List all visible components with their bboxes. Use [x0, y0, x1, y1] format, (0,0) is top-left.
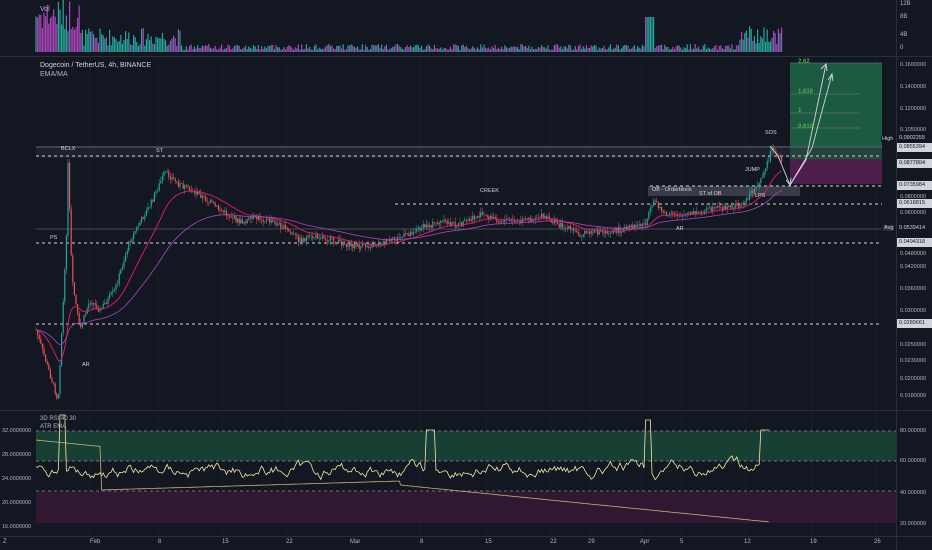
volume-axis-label: 8B [900, 14, 908, 20]
price-axis-label: 0.1050000 [900, 127, 926, 133]
time-label: 26 [874, 539, 881, 545]
rsi-left-axis-label: 32.0000000 [2, 428, 32, 434]
volume-axis-label: 0 [900, 45, 904, 51]
rsi-left-axis-label: 28.0000000 [2, 452, 32, 458]
annotation-jump[interactable]: JUMP [745, 167, 760, 173]
annotation-ar[interactable]: AR [82, 362, 90, 368]
rsi-overbought-zone [36, 431, 896, 461]
volume-title: Vol [40, 6, 50, 13]
rsi-right-axis: 80.000000 60.000000 40.000000 20.000000 [900, 411, 932, 536]
annotation-st[interactable]: ST [156, 148, 163, 154]
price-axis-label: 0.1600000 [900, 62, 926, 68]
rsi-oversold-zone [36, 491, 896, 523]
fib-label: 0.618 [798, 124, 814, 130]
time-label: 19 [810, 539, 817, 545]
time-label: 8 [158, 539, 162, 545]
high-label: High [881, 136, 895, 142]
price-tag[interactable]: 0.0902255 [899, 135, 925, 141]
fib-label: 2.62 [798, 59, 810, 65]
time-axis-corner: Z [3, 539, 7, 545]
volume-axis: 12B 8B 4B 0 [900, 0, 932, 56]
annotation-creek[interactable]: CREEK [480, 188, 499, 194]
time-label: 29 [588, 539, 595, 545]
price-axis-label: 0.1400000 [900, 84, 926, 90]
time-label: 15 [222, 539, 229, 545]
price-axis-label: 0.0600000 [900, 210, 926, 216]
volume-axis-label: 4B [900, 32, 908, 38]
time-axis[interactable]: Z Feb 8 15 22 Mar 8 15 22 29 Apr 5 12 19… [0, 537, 896, 550]
price-axis-label: 0.0180000 [900, 393, 926, 399]
rsi-right-axis-label: 40.000000 [900, 490, 926, 496]
price-axis-label: 0.0480000 [900, 251, 926, 257]
rsi-left-axis: 32.0000000 28.0000000 24.0000000 20.0000… [2, 411, 36, 536]
annotation-bclx[interactable]: BCLX [61, 146, 75, 152]
time-label: 22 [550, 539, 557, 545]
annotation-sos[interactable]: SOS [765, 130, 777, 136]
price-axis[interactable]: 0.1600000 0.1400000 0.1200000 0.1050000 … [900, 57, 932, 409]
price-tag[interactable]: 0.0855394 [899, 144, 925, 150]
symbol-title[interactable]: Dogecoin / TetherUS, 4h, BINANCE [40, 62, 151, 69]
price-tag[interactable]: 0.0539414 [899, 225, 925, 231]
annotation-lps[interactable]: LPS [755, 193, 765, 199]
rsi-left-axis-label: 24.0000000 [2, 476, 32, 482]
price-axis-label: 0.0200000 [900, 376, 926, 382]
price-tag[interactable]: 0.0877804 [899, 160, 925, 166]
rsi-right-axis-label: 60.000000 [900, 458, 926, 464]
rsi-right-axis-label: 80.000000 [900, 428, 926, 434]
fib-label: 1 [798, 108, 802, 114]
position-target-zone[interactable] [790, 63, 882, 159]
volume-axis-label: 12B [900, 1, 911, 7]
rsi-right-axis-label: 20.000000 [900, 521, 926, 527]
price-axis-label: 0.1200000 [900, 106, 926, 112]
annotation-orderblock[interactable]: OB - Orderblock [652, 187, 692, 193]
price-tag[interactable]: 0.0735984 [899, 182, 925, 188]
time-label: 22 [286, 539, 293, 545]
rsi-subtitle[interactable]: ATR EMA [40, 424, 66, 430]
price-tag[interactable]: 0.0289661 [899, 320, 925, 326]
fib-label: 1.618 [798, 89, 814, 95]
annotation-st-of-ob[interactable]: ST of OB [699, 191, 722, 197]
indicator-title[interactable]: EMA/MA [40, 71, 68, 78]
time-label: 5 [680, 539, 684, 545]
price-axis-label: 0.0300000 [900, 308, 926, 314]
chart-canvas[interactable] [0, 0, 932, 550]
time-label: 8 [420, 539, 424, 545]
avg-label: Avg [883, 225, 895, 231]
time-label: 12 [744, 539, 751, 545]
price-axis-label: 0.0360000 [900, 286, 926, 292]
annotation-ps[interactable]: PS [50, 235, 57, 241]
price-tag[interactable]: 0.0494318 [899, 239, 925, 245]
price-axis-label: 0.0420000 [900, 264, 926, 270]
time-label: 15 [485, 539, 492, 545]
rsi-title[interactable]: 3D RSI 40 30 [40, 416, 76, 422]
time-label: Feb [90, 539, 101, 545]
rsi-left-axis-label: 16.0000000 [2, 524, 32, 530]
price-tag[interactable]: 0.0618815 [899, 200, 925, 206]
price-axis-label: 0.0250000 [900, 342, 926, 348]
rsi-left-axis-label: 20.0000000 [2, 500, 32, 506]
time-label: Apr [640, 539, 650, 545]
annotation-ar-2[interactable]: AR [676, 226, 684, 232]
price-axis-label: 0.0230000 [900, 358, 926, 364]
time-label: Mar [350, 539, 361, 545]
